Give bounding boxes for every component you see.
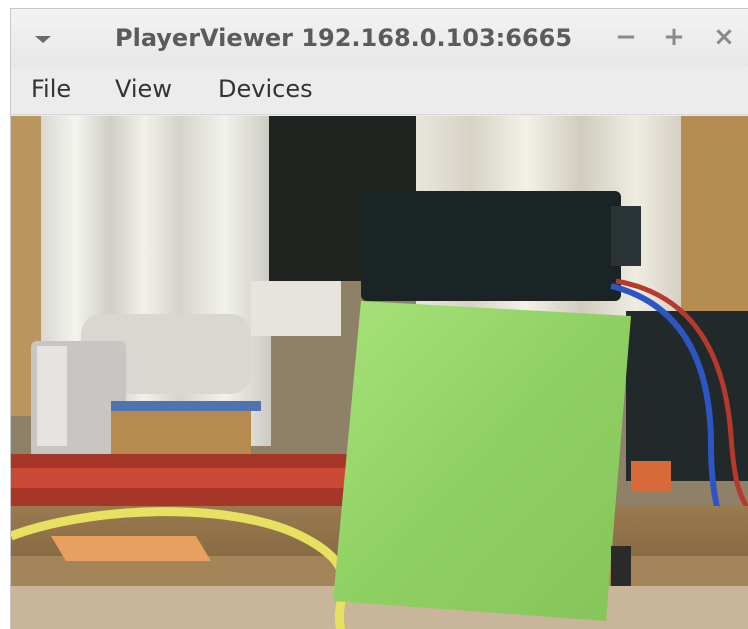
camera-image (11, 116, 748, 629)
menu-file[interactable]: File (31, 75, 71, 103)
minimize-button[interactable]: − (613, 23, 639, 51)
window-title: PlayerViewer 192.168.0.103:6665 (115, 24, 573, 52)
menu-bar: File View Devices (11, 67, 748, 115)
menu-devices[interactable]: Devices (218, 75, 313, 103)
maximize-button[interactable]: + (661, 23, 687, 51)
title-bar[interactable]: PlayerViewer 192.168.0.103:6665 − + × (11, 9, 748, 67)
window-menu-arrow-icon[interactable] (35, 36, 51, 43)
menu-view[interactable]: View (115, 75, 172, 103)
close-button[interactable]: × (711, 23, 737, 51)
playerviewer-window: PlayerViewer 192.168.0.103:6665 − + × Fi… (10, 8, 748, 629)
camera-feed-view (11, 116, 748, 629)
